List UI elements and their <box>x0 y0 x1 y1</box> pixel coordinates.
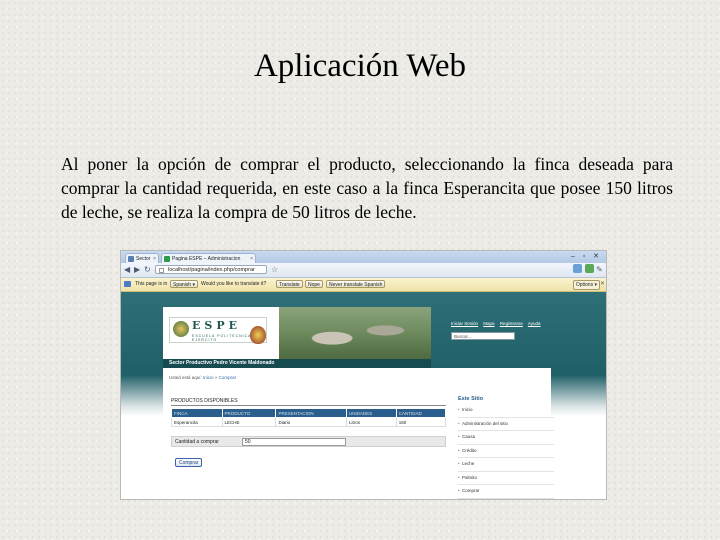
slide-title: Aplicación Web <box>253 48 467 84</box>
breadcrumb-prefix: Usted está aquí: <box>169 375 202 380</box>
sidebar-item-inicio[interactable]: Inicio <box>458 404 554 418</box>
sidebar-item-leche[interactable]: Leche <box>458 458 554 472</box>
window-controls[interactable]: – ▫ ✕ <box>571 252 602 260</box>
top-link-map[interactable]: Mapa <box>483 321 494 326</box>
nope-button[interactable]: Nope <box>305 280 323 288</box>
close-icon[interactable]: ✕ <box>600 280 605 288</box>
top-link-login[interactable]: Iniciar Sesión <box>451 321 478 326</box>
cell-producto: LECHE <box>221 417 277 427</box>
never-translate-button[interactable]: Never translate Spanish <box>326 280 386 288</box>
products-section: Productos Disponibles FINCA PRODUCTO PRE… <box>171 397 447 427</box>
products-table: FINCA PRODUCTO PRESENTACION UNIDADES CAN… <box>171 408 447 427</box>
extension-icon[interactable] <box>573 264 582 273</box>
reload-icon[interactable]: ↻ <box>144 265 151 274</box>
crest-icon <box>250 326 266 344</box>
cell-presentacion: Diario <box>275 417 348 427</box>
language-select[interactable]: Spanish ▾ <box>170 280 198 288</box>
site-search-input[interactable]: Buscar... <box>451 332 515 340</box>
top-links: Iniciar Sesión Mapa Registrarse Ayuda <box>451 321 545 326</box>
site-banner: ESPE ESCUELA POLITECNICA DEL EJERCITO <box>163 307 431 359</box>
star-icon[interactable]: ☆ <box>271 265 278 274</box>
slide-body-text: Al poner la opción de comprar el product… <box>61 154 673 222</box>
url-text: localhost/pagina/index.php/comprar <box>168 267 255 273</box>
browser-screenshot: Sector × Pagina ESPE – Administracion × … <box>120 250 607 500</box>
buy-button[interactable]: Comprar <box>175 458 203 467</box>
top-link-register[interactable]: Registrarse <box>500 321 523 326</box>
cell-finca: Esperancita <box>171 417 223 427</box>
sidebar: Este Sitio Inicio Administración del sit… <box>458 394 554 499</box>
browser-tab-bar: Sector × Pagina ESPE – Administracion × … <box>121 251 606 263</box>
campus-photo <box>279 307 431 359</box>
breadcrumb-separator: » <box>214 375 218 380</box>
sidebar-item-comprar[interactable]: Comprar <box>458 485 554 499</box>
col-unidades: UNIDADES <box>346 408 397 418</box>
sidebar-title: Este Sitio <box>458 396 484 402</box>
sidebar-item-causa[interactable]: Causa <box>458 431 554 445</box>
address-bar[interactable]: localhost/pagina/index.php/comprar <box>155 265 267 274</box>
quantity-row: Cantidad a comprar 50 <box>171 436 446 447</box>
close-icon[interactable]: × <box>153 254 156 263</box>
translate-bar: This page is in Spanish ▾ Would you like… <box>121 278 606 292</box>
extension-icon[interactable] <box>585 264 594 273</box>
translate-question: Would you like to translate it? <box>201 281 267 287</box>
page-favicon-icon <box>128 256 134 262</box>
cell-unidades: Litros <box>346 417 397 427</box>
top-link-help[interactable]: Ayuda <box>528 321 541 326</box>
table-row[interactable]: Esperancita LECHE Diario Litros 150 <box>171 417 447 427</box>
sidebar-item-credito[interactable]: Crédito <box>458 445 554 458</box>
tab-label: Pagina ESPE – Administracion <box>172 256 241 262</box>
sidebar-item-palmito[interactable]: Palmito <box>458 472 554 485</box>
seal-icon <box>173 321 189 337</box>
espe-logo[interactable]: ESPE ESCUELA POLITECNICA DEL EJERCITO <box>169 317 267 344</box>
page-favicon-icon <box>164 256 170 262</box>
page-icon <box>159 268 164 273</box>
quantity-label: Cantidad a comprar <box>175 439 219 445</box>
translate-message: This page is in <box>135 281 168 287</box>
logo-text: ESPE <box>192 319 241 332</box>
browser-nav-bar: ◀ ▶ ↻ localhost/pagina/index.php/comprar… <box>121 263 606 278</box>
wrench-icon[interactable]: ✎ <box>596 265 603 274</box>
col-producto: PRODUCTO <box>221 408 277 418</box>
site-title: Sector Productivo Pedro Vicente Maldonad… <box>163 359 431 368</box>
browser-tab-sector[interactable]: Sector × <box>125 253 159 263</box>
translate-button[interactable]: Translate <box>276 280 303 288</box>
col-presentacion: PRESENTACION <box>275 408 348 418</box>
table-header-row: FINCA PRODUCTO PRESENTACION UNIDADES CAN… <box>171 408 447 418</box>
back-arrow-icon[interactable]: ◀ <box>124 265 130 274</box>
browser-tab-admin[interactable]: Pagina ESPE – Administracion × <box>161 253 256 263</box>
breadcrumb-home-link[interactable]: Inicio <box>203 375 214 380</box>
col-finca: FINCA <box>171 408 223 418</box>
translate-icon <box>124 281 131 287</box>
close-icon[interactable]: × <box>250 254 253 263</box>
col-cantidad: CANTIDAD <box>395 408 447 418</box>
sidebar-item-administracion[interactable]: Administración del sitio <box>458 418 554 431</box>
quantity-input[interactable]: 50 <box>242 438 346 446</box>
breadcrumb: Usted está aquí: Inicio » Comprar <box>169 375 236 380</box>
breadcrumb-current: Comprar <box>218 375 237 380</box>
translate-options-button[interactable]: Options ▾ <box>572 280 600 290</box>
products-heading: Productos Disponibles <box>171 397 446 406</box>
tab-label: Sector <box>136 256 151 262</box>
forward-arrow-icon[interactable]: ▶ <box>134 265 140 274</box>
cell-cantidad: 150 <box>395 417 447 427</box>
